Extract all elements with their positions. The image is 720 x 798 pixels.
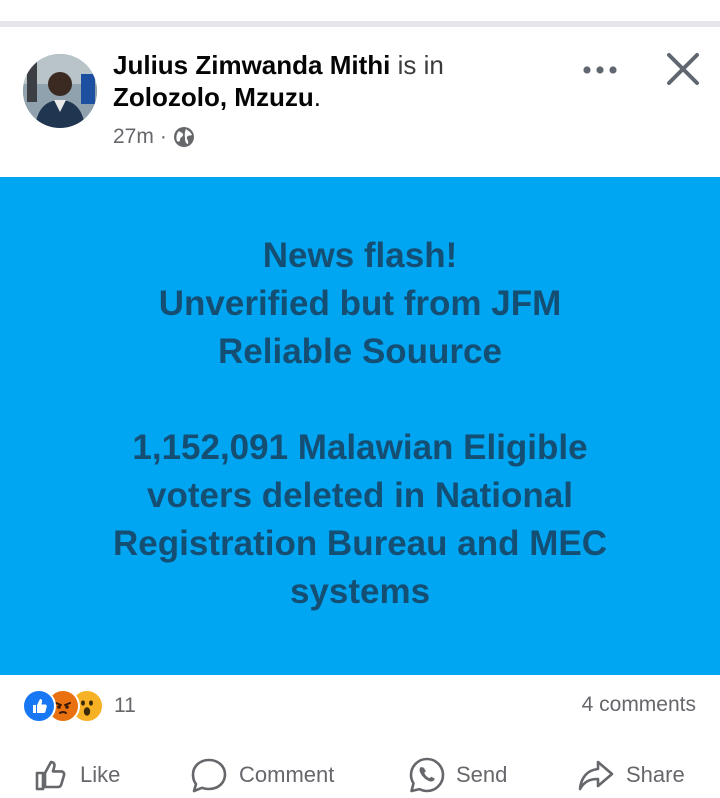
reactions-summary[interactable]: 11 xyxy=(22,689,136,723)
like-icon xyxy=(35,760,66,791)
reaction-count: 11 xyxy=(114,694,136,717)
comment-label: Comment xyxy=(239,762,335,787)
post-header: Julius Zimwanda Mithi is in Zolozolo, Mz… xyxy=(0,27,720,177)
author-avatar[interactable] xyxy=(23,54,97,128)
share-button[interactable]: Share xyxy=(576,752,685,798)
like-label: Like xyxy=(80,762,121,787)
comment-button[interactable]: Comment xyxy=(189,752,334,798)
post-meta: 27m · xyxy=(113,125,195,149)
send-button[interactable]: Send xyxy=(408,752,507,798)
post-text-card[interactable]: News flash! Unverified but from JFM Reli… xyxy=(0,177,720,675)
author-line: Julius Zimwanda Mithi is in Zolozolo, Mz… xyxy=(113,49,553,113)
like-button[interactable]: Like xyxy=(32,752,120,798)
send-label: Send xyxy=(456,762,508,787)
checkin-location[interactable]: Zolozolo, Mzuzu xyxy=(113,82,314,112)
post-text: News flash! Unverified but from JFM Reli… xyxy=(113,236,607,611)
comment-icon xyxy=(191,758,227,793)
like-reaction-icon xyxy=(22,689,56,723)
post-actions-bar: Like Comment Send Share xyxy=(0,752,720,798)
whatsapp-icon xyxy=(409,757,445,793)
share-icon xyxy=(578,760,614,791)
meta-separator: · xyxy=(159,125,167,148)
more-icon[interactable] xyxy=(578,55,624,85)
comments-count[interactable]: 4 comments xyxy=(582,693,696,717)
share-label: Share xyxy=(626,762,685,787)
location-period: . xyxy=(313,82,321,112)
close-icon[interactable] xyxy=(661,47,705,91)
author-name[interactable]: Julius Zimwanda Mithi xyxy=(113,50,390,80)
checkin-connector: is in xyxy=(397,50,444,80)
globe-icon[interactable] xyxy=(173,126,195,148)
post-time[interactable]: 27m xyxy=(113,125,154,149)
